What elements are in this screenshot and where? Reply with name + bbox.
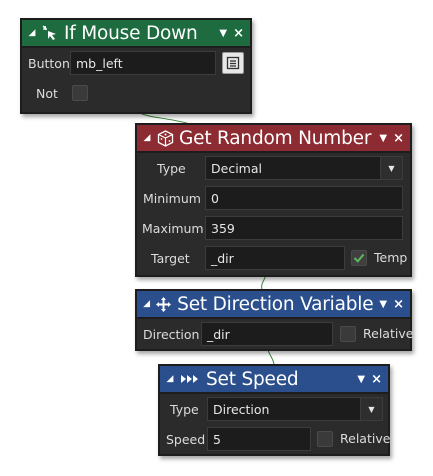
fast-forward-icon xyxy=(179,370,201,388)
relative-checkbox[interactable] xyxy=(340,326,356,342)
collapse-triangle-icon[interactable]: ◢ xyxy=(26,28,38,38)
type-label: Type xyxy=(170,401,199,417)
minimum-input[interactable]: 0 xyxy=(205,186,403,210)
block-header[interactable]: ◢ If Mouse Down ▼ × xyxy=(22,20,250,48)
close-icon[interactable]: × xyxy=(393,131,404,146)
type-row: Type Direction ▼ xyxy=(164,394,384,424)
type-value: Direction xyxy=(213,401,270,417)
picker-icon xyxy=(226,56,240,70)
speed-input[interactable]: 5 xyxy=(207,427,311,451)
menu-arrow-icon[interactable]: ▼ xyxy=(357,374,365,385)
if-mouse-down-block[interactable]: ◢ If Mouse Down ▼ × Button mb_left Not xyxy=(20,18,252,114)
menu-arrow-icon[interactable]: ▼ xyxy=(379,133,387,144)
minimum-label: Minimum xyxy=(143,190,201,206)
block-header[interactable]: ◢ Set Speed ▼ × xyxy=(160,366,388,394)
relative-label: Relative xyxy=(363,326,414,341)
chevron-down-icon[interactable]: ▼ xyxy=(360,398,382,420)
block-header[interactable]: ◢ Get Random Number ▼ × xyxy=(137,125,410,153)
block-title: Set Direction Variable xyxy=(177,293,374,315)
block-title: Set Speed xyxy=(206,368,299,390)
type-select[interactable]: Direction ▼ xyxy=(207,397,383,421)
type-row: Type Decimal ▼ xyxy=(141,153,406,183)
maximum-row: Maximum 359 xyxy=(141,213,406,243)
type-select[interactable]: Decimal ▼ xyxy=(205,156,403,180)
speed-label: Speed xyxy=(166,431,206,447)
button-input[interactable]: mb_left xyxy=(70,51,216,75)
close-icon[interactable]: × xyxy=(371,372,382,387)
direction-row: Direction _dir Relative xyxy=(141,319,413,349)
picker-button[interactable] xyxy=(222,52,244,74)
menu-arrow-icon[interactable]: ▼ xyxy=(379,299,387,310)
direction-label: Direction xyxy=(143,326,200,342)
block-header[interactable]: ◢ Set Direction Variable ▼ × xyxy=(137,291,410,319)
collapse-triangle-icon[interactable]: ◢ xyxy=(141,133,153,143)
temp-label: Temp xyxy=(374,250,408,265)
collapse-triangle-icon[interactable]: ◢ xyxy=(164,374,176,384)
button-row: Button mb_left xyxy=(26,48,246,78)
close-icon[interactable]: × xyxy=(233,26,244,41)
type-value: Decimal xyxy=(211,160,262,176)
block-title: Get Random Number xyxy=(179,127,372,149)
set-speed-block[interactable]: ◢ Set Speed ▼ × Type Direction ▼ Speed 5… xyxy=(158,364,390,456)
chevron-down-icon[interactable]: ▼ xyxy=(380,157,402,179)
not-checkbox[interactable] xyxy=(72,85,88,101)
target-input[interactable]: _dir xyxy=(205,246,345,270)
speed-row: Speed 5 Relative xyxy=(164,424,390,454)
target-row: Target _dir Temp xyxy=(141,243,408,273)
move-arrows-icon xyxy=(155,295,172,313)
direction-input[interactable]: _dir xyxy=(201,322,333,346)
set-direction-variable-block[interactable]: ◢ Set Direction Variable ▼ × Direction _… xyxy=(135,289,413,351)
not-row: Not xyxy=(26,78,246,108)
type-label: Type xyxy=(157,160,186,176)
menu-arrow-icon[interactable]: ▼ xyxy=(219,28,227,39)
minimum-row: Minimum 0 xyxy=(141,183,406,213)
mouse-click-icon xyxy=(41,24,59,42)
checkmark-icon xyxy=(353,253,365,263)
target-label: Target xyxy=(151,250,190,266)
not-label: Not xyxy=(36,85,58,101)
maximum-label: Maximum xyxy=(142,220,204,236)
get-random-number-block[interactable]: ◢ Get Random Number ▼ × Type Decimal ▼ M… xyxy=(135,123,412,277)
maximum-input[interactable]: 359 xyxy=(205,216,403,240)
relative-label: Relative xyxy=(340,431,391,446)
temp-checkbox[interactable] xyxy=(351,250,367,266)
dice-icon xyxy=(156,129,174,147)
button-label: Button xyxy=(28,55,70,71)
collapse-triangle-icon[interactable]: ◢ xyxy=(141,299,152,309)
relative-checkbox[interactable] xyxy=(317,431,333,447)
block-title: If Mouse Down xyxy=(64,22,198,44)
close-icon[interactable]: × xyxy=(393,297,404,312)
